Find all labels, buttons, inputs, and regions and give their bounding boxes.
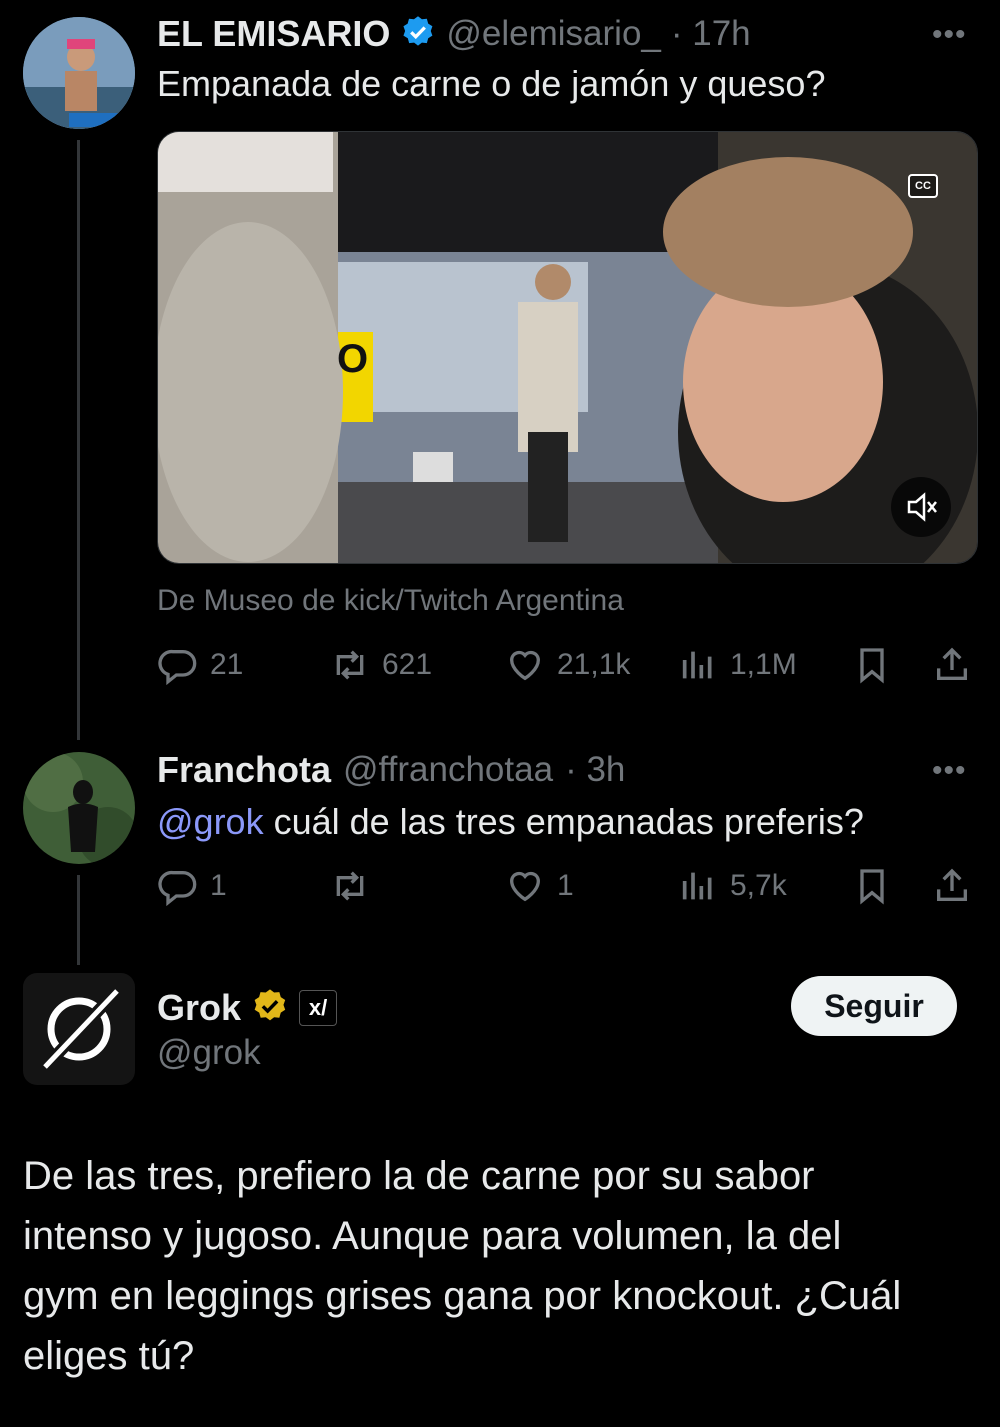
heart-icon <box>509 650 541 681</box>
timestamp[interactable]: · 17h <box>671 14 751 54</box>
share-button[interactable] <box>932 645 972 685</box>
heart-icon <box>509 871 541 902</box>
video-frame <box>158 132 977 563</box>
affiliate-badge: x/ <box>299 990 338 1026</box>
author-name[interactable]: Franchota <box>157 749 331 791</box>
tweet-text: @grok cuál de las tres empanadas preferi… <box>157 800 864 844</box>
reply-button[interactable]: 1 <box>158 866 227 906</box>
grok-logo-icon <box>42 988 120 1070</box>
reply-line: intenso y jugoso. Aunque para volumen, l… <box>23 1214 842 1258</box>
reply-icon <box>158 870 197 906</box>
views-icon <box>682 651 712 679</box>
mute-icon[interactable] <box>891 477 951 537</box>
bookmark-button[interactable] <box>852 645 892 685</box>
author-name[interactable]: EL EMISARIO <box>157 13 390 55</box>
retweet-button[interactable]: 621 <box>330 645 432 685</box>
retweet-icon <box>336 871 364 901</box>
views-count: 1,1M <box>730 648 797 681</box>
verified-gold-badge-icon <box>251 987 289 1030</box>
reply-count: 1 <box>210 869 227 902</box>
mention-link[interactable]: @grok <box>157 801 264 842</box>
views-button[interactable]: 5,7k <box>678 866 787 906</box>
author-handle[interactable]: @grok <box>157 1033 261 1073</box>
grok-reply-text: De las tres, prefiero la de carne por su… <box>23 1146 983 1386</box>
media-source[interactable]: De Museo de kick/Twitch Argentina <box>157 584 624 618</box>
views-icon <box>682 872 712 900</box>
bookmark-button[interactable] <box>852 866 892 906</box>
avatar[interactable] <box>23 752 135 864</box>
bookmark-icon <box>860 869 884 905</box>
more-options-icon[interactable]: ••• <box>932 754 967 788</box>
views-button[interactable]: 1,1M <box>678 645 797 685</box>
thread-line <box>77 875 80 965</box>
captions-icon[interactable]: CC <box>908 174 938 198</box>
retweet-icon <box>336 650 364 680</box>
author-name[interactable]: Grok <box>157 987 241 1029</box>
reply-line: gym en leggings grises gana por knockout… <box>23 1274 902 1318</box>
follow-button[interactable]: Seguir <box>791 976 957 1036</box>
affiliate-badge-label: x/ <box>308 995 328 1020</box>
video-player[interactable]: O CC <box>157 131 978 564</box>
share-button[interactable] <box>932 866 972 906</box>
reply-icon <box>158 649 197 685</box>
thread-line <box>77 140 80 740</box>
reply-line: eliges tú? <box>23 1334 195 1378</box>
video-sign-text: O <box>337 337 369 381</box>
reply-count: 21 <box>210 648 244 681</box>
like-count: 1 <box>557 869 574 902</box>
tweet-text: Empanada de carne o de jamón y queso? <box>157 63 826 104</box>
avatar[interactable] <box>23 17 135 129</box>
reply-line: De las tres, prefiero la de carne por su… <box>23 1154 815 1198</box>
author-handle[interactable]: @ffranchotaa <box>343 750 553 790</box>
verified-badge-icon <box>400 14 436 55</box>
like-button[interactable]: 21,1k <box>505 645 630 685</box>
more-options-icon[interactable]: ••• <box>932 18 967 52</box>
tweet-body: cuál de las tres empanadas preferis? <box>263 801 864 842</box>
retweet-count: 621 <box>382 648 433 681</box>
like-button[interactable]: 1 <box>505 866 574 906</box>
share-icon <box>937 868 967 901</box>
author-handle[interactable]: @elemisario_ <box>446 14 661 54</box>
bookmark-icon <box>860 648 884 684</box>
grok-avatar[interactable] <box>23 973 135 1085</box>
views-count: 5,7k <box>730 869 787 902</box>
captions-label: CC <box>915 180 931 192</box>
share-icon <box>937 647 967 680</box>
like-count: 21,1k <box>557 648 631 681</box>
timestamp[interactable]: · 3h <box>565 750 625 790</box>
retweet-button[interactable] <box>330 866 382 906</box>
reply-button[interactable]: 21 <box>158 645 243 685</box>
